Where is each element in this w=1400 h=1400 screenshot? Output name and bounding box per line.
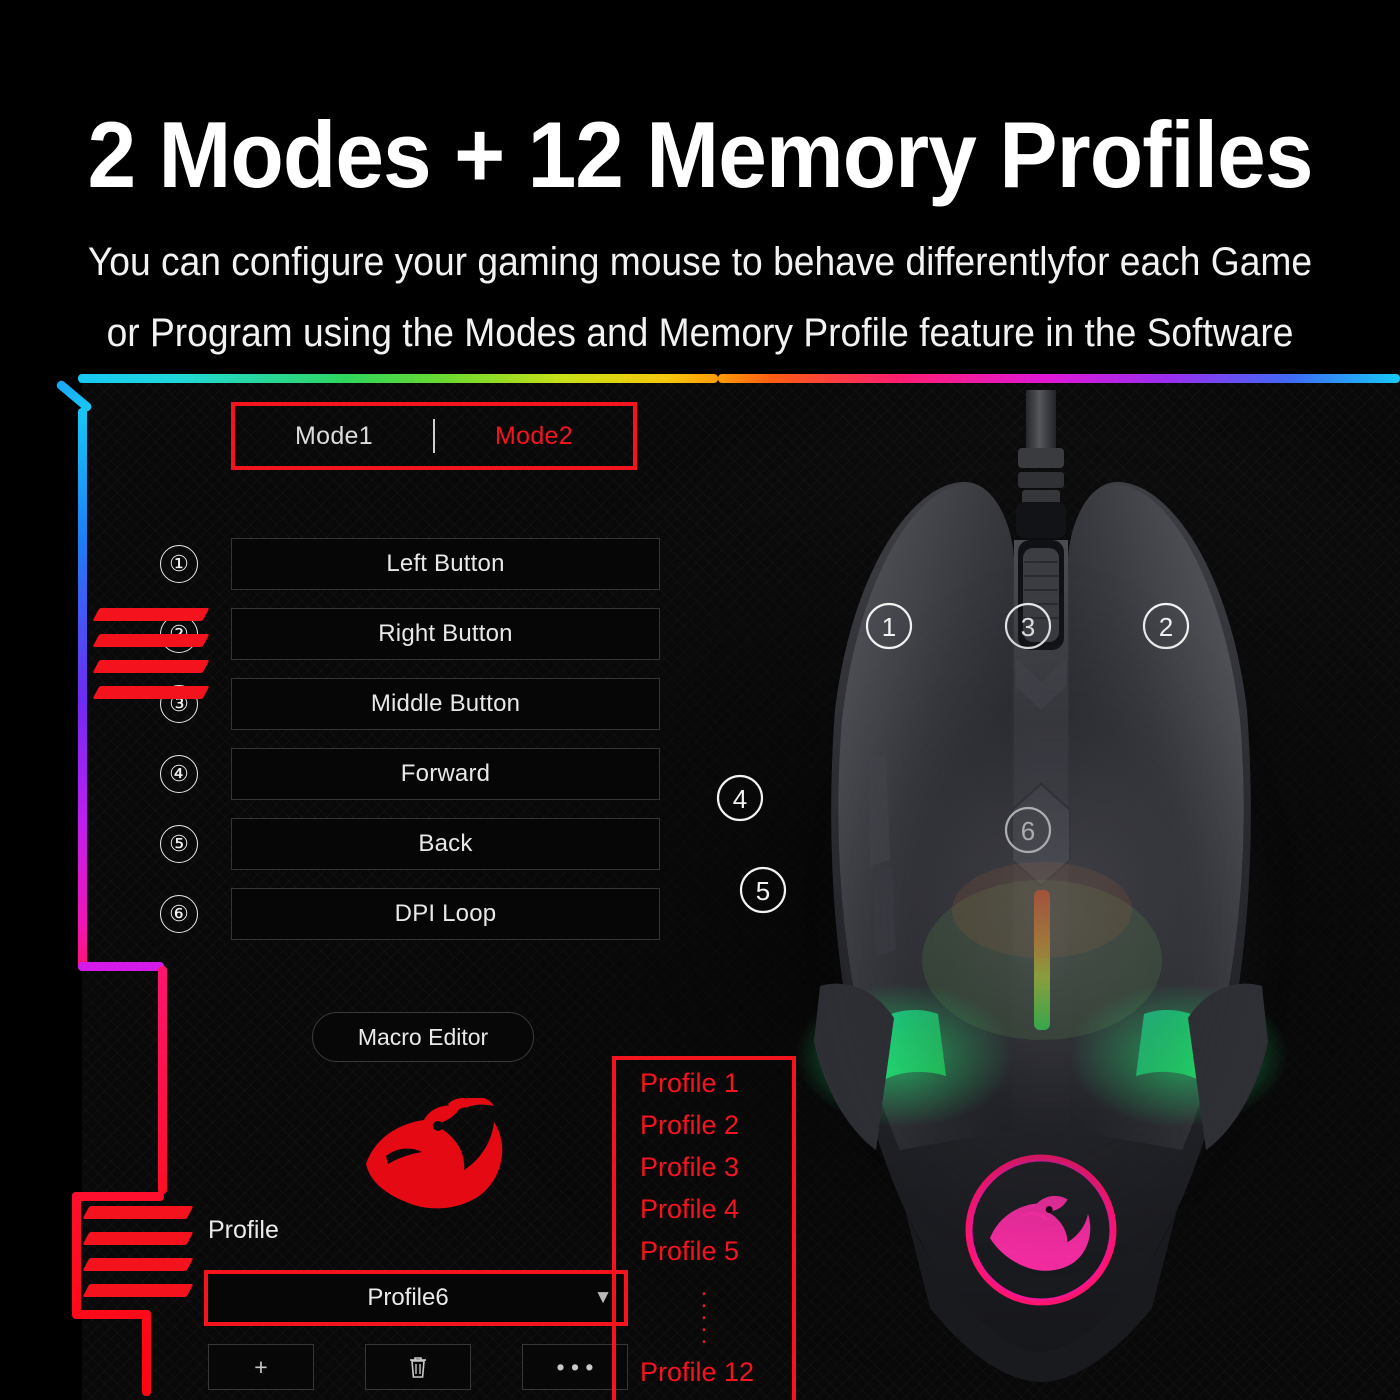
- button-row: ① Left Button: [160, 538, 660, 590]
- redragon-logo: [352, 1096, 518, 1214]
- button-row: ⑤ Back: [160, 818, 660, 870]
- button-row: ⑥ DPI Loop: [160, 888, 660, 940]
- rgb-strip-top-left: [78, 374, 718, 383]
- dragon-head-icon: [366, 1096, 503, 1209]
- rgb-strip-left-lower: [72, 1192, 81, 1318]
- button-assign-middle[interactable]: Middle Button: [231, 678, 660, 730]
- tab-mode-1[interactable]: Mode1: [235, 422, 433, 451]
- callout-ellipsis: .....: [700, 1272, 708, 1349]
- rgb-jog-lower: [72, 1192, 164, 1201]
- button-index-marker-4: ④: [160, 755, 198, 793]
- button-index-marker-5: ⑤: [160, 825, 198, 863]
- button-row: ② Right Button: [160, 608, 660, 660]
- rgb-jog-upper: [78, 962, 164, 971]
- profile-callout-list: Profile 1 Profile 2 Profile 3 Profile 4 …: [640, 1062, 810, 1393]
- profile-dropdown[interactable]: Profile6 ▼: [204, 1270, 628, 1326]
- trash-icon: [410, 1357, 426, 1378]
- button-assign-back[interactable]: Back: [231, 818, 660, 870]
- button-assign-right[interactable]: Right Button: [231, 608, 660, 660]
- tab-mode-2[interactable]: Mode2: [435, 422, 633, 451]
- add-profile-button[interactable]: +: [208, 1344, 314, 1390]
- mouse-backlight-glow: [760, 430, 1340, 1370]
- mode-tab-group: Mode1 Mode2: [231, 402, 637, 470]
- subtitle-line-2: or Program using the Modes and Memory Pr…: [106, 310, 1294, 355]
- button-assign-forward[interactable]: Forward: [231, 748, 660, 800]
- button-index-marker-6: ⑥: [160, 895, 198, 933]
- header: 2 Modes + 12 Memory Profiles You can con…: [0, 0, 1400, 366]
- button-assignment-list: ① Left Button ② Right Button ③ Middle Bu…: [160, 538, 660, 958]
- rgb-strip-left-mid: [158, 966, 167, 1194]
- delete-profile-button[interactable]: [365, 1344, 471, 1390]
- rgb-jog-bottom: [72, 1310, 150, 1319]
- callout-profile-5: Profile 5: [640, 1236, 740, 1267]
- callout-profile-12: Profile 12: [640, 1356, 755, 1387]
- profile-selected-value: Profile6: [367, 1284, 449, 1311]
- button-assign-dpi-loop[interactable]: DPI Loop: [231, 888, 660, 940]
- macro-editor-button[interactable]: Macro Editor: [312, 1012, 534, 1062]
- button-row: ③ Middle Button: [160, 678, 660, 730]
- product-feature-graphic: 2 Modes + 12 Memory Profiles You can con…: [0, 0, 1400, 1400]
- rgb-strip-left-bottom: [142, 1310, 151, 1396]
- button-assign-left[interactable]: Left Button: [231, 538, 660, 590]
- callout-profile-4: Profile 4: [640, 1194, 740, 1225]
- rgb-strip-top-right: [718, 374, 1400, 383]
- mouse-callout-4: 4: [733, 784, 747, 814]
- subtitle-line-1: You can configure your gaming mouse to b…: [87, 240, 1313, 284]
- button-index-marker-1: ①: [160, 545, 198, 583]
- callout-profile-3: Profile 3: [640, 1152, 740, 1183]
- callout-profile-1: Profile 1: [640, 1068, 740, 1098]
- red-slash-accents-lower: [82, 1206, 194, 1310]
- page-title: 2 Modes + 12 Memory Profiles: [87, 102, 1313, 207]
- rgb-strip-left: [78, 408, 87, 968]
- red-slash-accents-upper: [92, 608, 210, 712]
- profile-section-label: Profile: [208, 1216, 279, 1244]
- button-row: ④ Forward: [160, 748, 660, 800]
- profile-action-buttons: + • • •: [208, 1344, 628, 1390]
- callout-profile-2: Profile 2: [640, 1110, 740, 1141]
